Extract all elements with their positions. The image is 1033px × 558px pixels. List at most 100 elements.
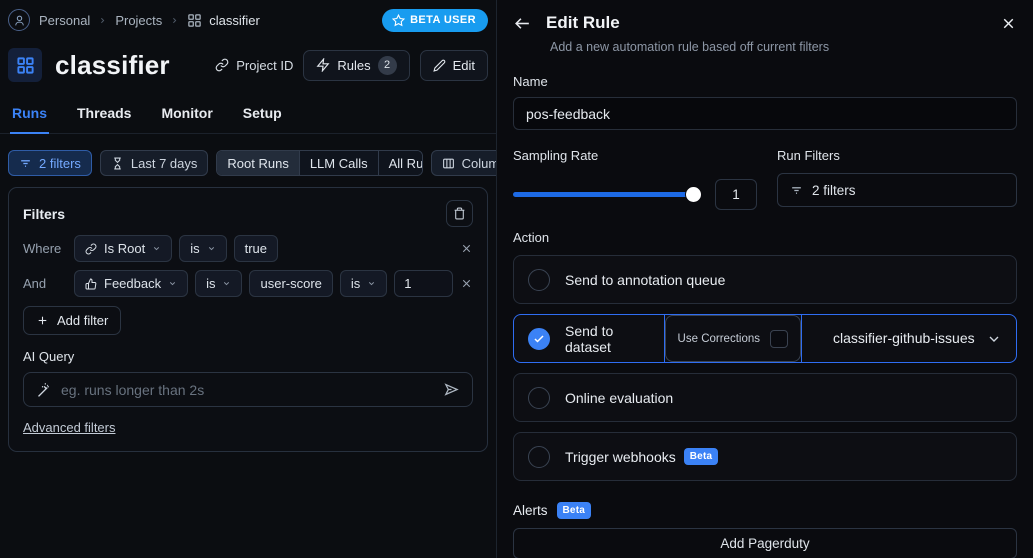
project-grid-icon — [8, 48, 42, 82]
drawer-subtitle: Add a new automation rule based off curr… — [550, 40, 830, 54]
rules-button[interactable]: Rules 2 — [303, 49, 410, 81]
runs-toolbar: 2 filters Last 7 days Root Runs LLM Call… — [8, 150, 524, 176]
plus-icon — [36, 314, 49, 327]
dataset-dropdown[interactable]: classifier-github-issues — [817, 315, 1016, 362]
breadcrumb-personal[interactable]: Personal — [39, 13, 90, 28]
filter-icon — [790, 184, 803, 197]
tab-setup[interactable]: Setup — [241, 99, 284, 133]
conjunction-label: Where — [23, 241, 62, 256]
filter-operator-dropdown[interactable]: is — [179, 235, 227, 262]
project-id-link[interactable]: Project ID — [215, 58, 293, 73]
lightning-icon — [316, 58, 330, 72]
drawer-title: Edit Rule — [546, 13, 620, 32]
delete-filters-button[interactable] — [446, 200, 473, 227]
action-label: Action — [513, 230, 550, 245]
link-icon — [85, 243, 97, 255]
ai-query-box — [23, 372, 473, 407]
rule-name-input[interactable] — [513, 97, 1017, 130]
breadcrumb-projects[interactable]: Projects — [115, 13, 162, 28]
page-title: classifier — [55, 49, 170, 80]
filter-field-dropdown[interactable]: Is Root — [74, 235, 173, 262]
user-avatar-icon[interactable] — [8, 9, 30, 31]
date-range-label: Last 7 days — [130, 155, 198, 171]
filter-value-input[interactable]: 1 — [394, 270, 453, 297]
sampling-rate-slider[interactable] — [513, 187, 701, 202]
filter-field-label: Feedback — [104, 276, 162, 291]
segment-root-runs[interactable]: Root Runs — [217, 151, 299, 175]
use-corrections-checkbox[interactable] — [770, 329, 788, 348]
chevron-down-icon — [207, 244, 216, 253]
filters-count-label: 2 filters — [39, 155, 81, 171]
add-filter-button[interactable]: Add filter — [23, 306, 122, 335]
project-id-label: Project ID — [236, 57, 294, 73]
option-label: Send to dataset — [565, 322, 614, 355]
chevron-right-icon — [98, 16, 107, 25]
slider-track — [513, 192, 699, 197]
pencil-icon — [432, 59, 446, 72]
filter-operator-label: is — [206, 276, 216, 291]
radio-unchecked-icon[interactable] — [528, 386, 550, 409]
send-icon[interactable] — [443, 381, 460, 398]
advanced-filters-link[interactable]: Advanced filters — [23, 420, 116, 435]
segment-all-runs[interactable]: All Runs — [377, 151, 422, 175]
edit-button[interactable]: Edit — [419, 49, 488, 81]
filter-value[interactable]: true — [233, 235, 278, 262]
option-trigger-webhooks[interactable]: Trigger webhooks Beta — [513, 432, 1017, 481]
run-filters-label: Run Filters — [777, 148, 840, 163]
chevron-down-icon — [168, 279, 177, 288]
add-pagerduty-button[interactable]: Add Pagerduty — [513, 528, 1017, 558]
radio-unchecked-icon[interactable] — [528, 268, 550, 291]
option-online-evaluation[interactable]: Online evaluation — [513, 373, 1017, 422]
ai-query-input[interactable] — [61, 381, 433, 398]
slider-knob[interactable] — [686, 187, 701, 202]
add-filter-label: Add filter — [57, 313, 109, 328]
remove-filter-button[interactable] — [460, 277, 473, 290]
close-icon[interactable] — [1000, 15, 1017, 32]
beta-badge: Beta — [556, 502, 591, 519]
radio-checked-icon[interactable] — [528, 327, 550, 350]
radio-unchecked-icon[interactable] — [528, 445, 550, 468]
filter-field-dropdown[interactable]: Feedback — [74, 270, 189, 297]
run-filters-button[interactable]: 2 filters — [777, 173, 1017, 207]
filter-operator-label: is — [190, 241, 200, 256]
feedback-key-value[interactable]: user-score — [249, 270, 333, 297]
remove-filter-button[interactable] — [460, 242, 473, 255]
filters-count-button[interactable]: 2 filters — [8, 150, 92, 176]
option-label: Online evaluation — [565, 389, 674, 406]
filter-row-and: And Feedback is user-score is 1 — [23, 270, 473, 297]
option-label: Trigger webhooks — [565, 448, 676, 465]
tab-runs[interactable]: Runs — [10, 99, 49, 134]
option-send-to-dataset[interactable]: Send to dataset Use Corrections classifi… — [513, 314, 1017, 363]
columns-icon — [442, 157, 455, 170]
hourglass-icon — [111, 157, 124, 170]
dataset-dropdown-value: classifier-github-issues — [833, 330, 975, 346]
chevron-down-icon — [986, 331, 1002, 347]
filters-panel: Filters Where Is Root is true And Feedba… — [8, 187, 488, 452]
chevron-down-icon — [367, 279, 376, 288]
breadcrumb: Personal Projects classifier BETA USER — [8, 8, 488, 32]
link-icon — [215, 58, 229, 72]
tab-threads[interactable]: Threads — [75, 99, 133, 133]
date-range-button[interactable]: Last 7 days — [99, 150, 209, 176]
breadcrumb-project-label: classifier — [209, 12, 260, 28]
option-annotation-queue[interactable]: Send to annotation queue — [513, 255, 1017, 304]
beta-user-label: BETA USER — [410, 14, 476, 26]
feedback-key-label: user-score — [260, 276, 322, 291]
project-page: Personal Projects classifier BETA USER c… — [0, 0, 524, 558]
rules-label: Rules — [337, 57, 371, 73]
ai-query-label: AI Query — [23, 349, 75, 364]
breadcrumb-project[interactable]: classifier — [187, 13, 260, 28]
option-label: Send to annotation queue — [565, 271, 726, 288]
run-type-segmented-control: Root Runs LLM Calls All Runs — [216, 150, 423, 176]
conjunction-label: And — [23, 276, 47, 291]
segment-llm-calls[interactable]: LLM Calls — [298, 151, 378, 175]
filter-operator-dropdown[interactable]: is — [195, 270, 243, 297]
filter-value-label: true — [244, 241, 267, 256]
run-filters-value: 2 filters — [812, 182, 856, 198]
grid-icon — [187, 13, 202, 28]
use-corrections-group: Use Corrections — [664, 315, 801, 362]
beta-badge: Beta — [683, 448, 719, 465]
back-arrow-icon[interactable] — [513, 14, 532, 33]
tab-monitor[interactable]: Monitor — [159, 99, 214, 133]
filter-operator-dropdown[interactable]: is — [339, 270, 388, 297]
